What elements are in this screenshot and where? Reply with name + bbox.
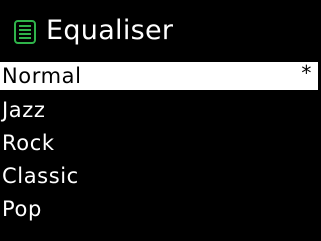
equaliser-menu-icon [14, 20, 36, 44]
menu-item-label: Rock [2, 131, 55, 155]
radio-display-screen: Equaliser Normal * Jazz Rock Classic Pop [0, 0, 321, 241]
header: Equaliser [0, 0, 321, 58]
equaliser-preset-list: Normal * Jazz Rock Classic Pop [0, 61, 321, 227]
menu-item-label: Pop [2, 197, 42, 221]
menu-item-normal[interactable]: Normal * [0, 61, 318, 90]
menu-item-classic[interactable]: Classic [0, 161, 321, 191]
menu-item-label: Jazz [2, 98, 46, 122]
page-title: Equaliser [46, 15, 174, 46]
menu-item-pop[interactable]: Pop [0, 194, 321, 224]
menu-item-jazz[interactable]: Jazz [0, 95, 321, 125]
current-selection-marker: * [301, 61, 312, 85]
menu-item-label: Normal [2, 64, 82, 88]
menu-item-rock[interactable]: Rock [0, 128, 321, 158]
menu-item-label: Classic [2, 164, 79, 188]
